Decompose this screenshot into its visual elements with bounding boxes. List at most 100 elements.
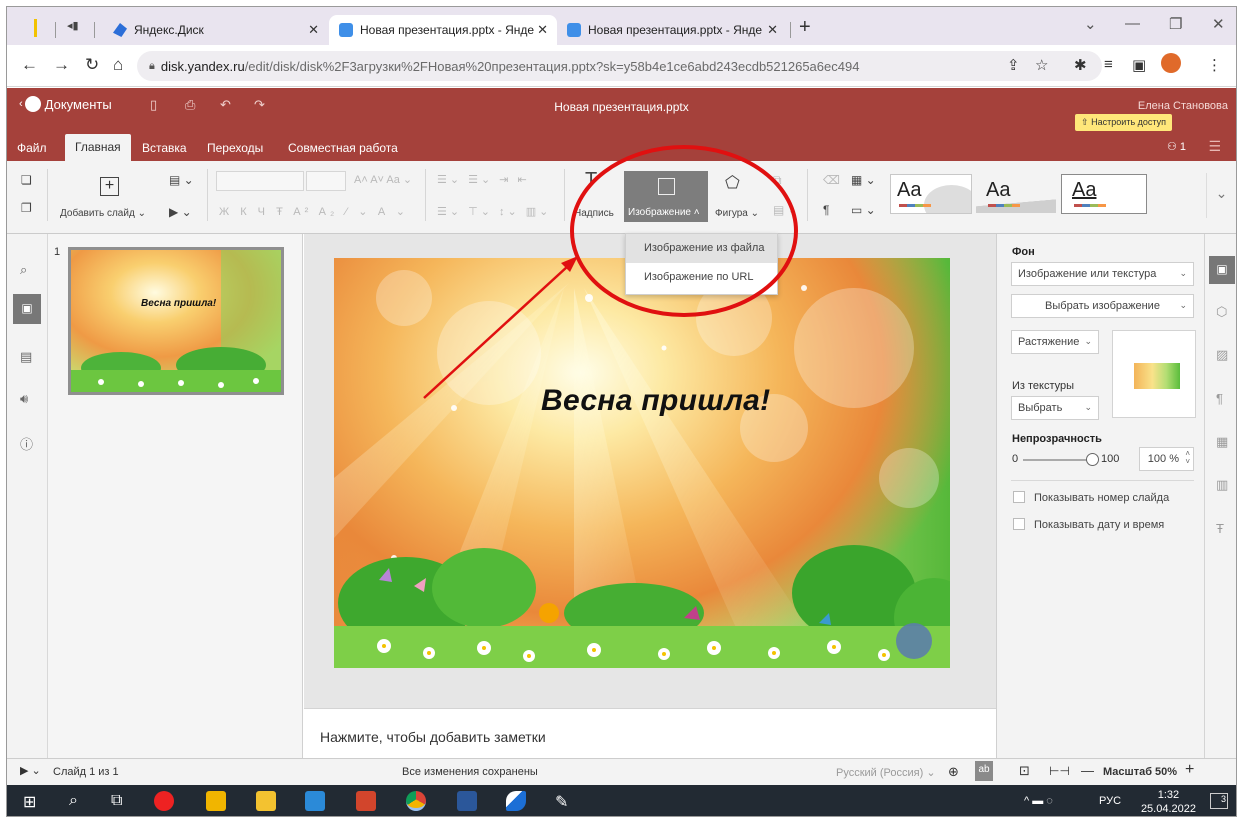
powerpoint-app-icon[interactable] [356, 791, 376, 811]
restore-icon[interactable]: ❐ [1169, 15, 1182, 33]
yandex-browser-app-icon[interactable] [154, 791, 174, 811]
pinned-tab-audio-icon[interactable]: ◂▮ [67, 19, 79, 32]
slide-title[interactable]: Весна пришла! [541, 384, 770, 418]
image-button[interactable]: Изображение ˄ [624, 171, 708, 222]
paste-icon[interactable]: ❐ [21, 201, 32, 215]
language-globe-icon[interactable]: ⊕ [948, 764, 959, 780]
close-icon[interactable]: ✕ [537, 22, 548, 38]
slides-panel-icon[interactable]: ▣ [13, 294, 41, 324]
fit-slide-icon[interactable]: ⊡ [1019, 763, 1030, 779]
slide-show-icon[interactable]: ▶ ⌄ [169, 205, 192, 219]
tray-icons[interactable]: ^ ▬ ◌ [1024, 795, 1053, 807]
speaker-notes[interactable]: Нажмите, чтобы добавить заметки [304, 708, 996, 758]
slideshow-start-icon[interactable]: ▶ ⌄ [20, 764, 41, 777]
show-date-time-checkbox[interactable] [1013, 518, 1025, 530]
close-icon[interactable]: ✕ [308, 22, 319, 38]
shape-settings-icon[interactable]: ⬡ [1216, 304, 1227, 320]
system-clock[interactable]: 1:32 25.04.2022 [1141, 788, 1196, 816]
browser-menu-icon[interactable]: ⋮ [1207, 56, 1222, 74]
slide-settings-icon[interactable]: ▣ [1209, 256, 1235, 284]
eraser-icon[interactable]: ⌫ [823, 173, 840, 187]
spinner-icon[interactable]: ˄ ˅ [1185, 450, 1190, 466]
theme-option-1[interactable]: Aa [890, 174, 972, 214]
word-app-icon[interactable] [457, 791, 477, 811]
opacity-input[interactable]: 100 % ˄ ˅ [1139, 447, 1194, 471]
comments-icon[interactable]: ▤ [20, 349, 32, 365]
search-icon[interactable]: ⌕ [20, 262, 27, 278]
opacity-slider-track[interactable] [1023, 459, 1091, 461]
lock-icon[interactable]: 🔒︎ [149, 60, 155, 73]
configure-access-button[interactable]: ⇧ Настроить доступ [1075, 114, 1172, 131]
list-format-icons[interactable]: ☰⌄ ☰⌄ ⇥ ⇤ [437, 173, 530, 186]
chrome-app-icon[interactable] [406, 791, 426, 811]
slide-layout-icon[interactable]: ▤ ⌄ [169, 173, 194, 187]
font-size-controls-icon[interactable]: A˄ A˅ Aa ⌄ [354, 173, 412, 186]
home-icon[interactable]: ⌂ [113, 55, 123, 75]
profile-avatar[interactable] [1161, 53, 1181, 73]
side-panel-icon[interactable]: ▣ [1132, 56, 1146, 74]
tab-collaboration[interactable]: Совместная работа [278, 138, 408, 161]
themes-more-icon[interactable]: ⌄ [1206, 173, 1236, 218]
windows-start-icon[interactable]: ⊞ [23, 792, 36, 812]
forward-icon[interactable]: → [53, 55, 70, 75]
chart-settings-icon[interactable]: ▥ [1216, 477, 1228, 493]
yandex-bar-icon[interactable] [34, 19, 37, 37]
tab-search-chevron-icon[interactable]: ⌄ [1084, 15, 1097, 33]
textbox-button[interactable]: Надпись [574, 208, 614, 219]
menu-item-image-from-url[interactable]: Изображение по URL [626, 263, 777, 292]
tab-presentation-active[interactable]: Новая презентация.pptx - Янде ✕ [329, 15, 557, 45]
arrange-icon[interactable]: ⧉ [773, 173, 782, 188]
paragraph-settings-icon[interactable]: ¶ [1216, 391, 1223, 406]
paragraph-mark-icon[interactable]: ¶ [823, 203, 829, 217]
tab-yandex-disk[interactable]: Яндекс.Диск ✕ [103, 15, 328, 45]
spellcheck-icon[interactable]: ab [975, 761, 993, 781]
store-app-icon[interactable] [206, 791, 226, 811]
color-scheme-icon[interactable]: ▦ ⌄ [851, 173, 876, 187]
textbox-icon[interactable]: T [585, 169, 597, 192]
menu-hamburger-icon[interactable]: ☰ [1208, 138, 1221, 155]
choose-image-button[interactable]: Выбрать изображение ⌄ [1011, 294, 1194, 318]
new-tab-button[interactable]: + [799, 16, 811, 39]
language-select[interactable]: Русский (Россия) ⌄ [836, 766, 936, 779]
slide-1[interactable]: Весна пришла! [334, 258, 950, 668]
tab-home[interactable]: Главная [65, 134, 131, 161]
co-editors-count[interactable]: ⚇ 1 [1167, 140, 1186, 153]
tab-file[interactable]: Файл [7, 138, 57, 161]
zoom-in-icon[interactable]: + [1185, 761, 1194, 779]
bookmark-star-icon[interactable]: ☆ [1035, 56, 1048, 74]
mail-app-icon[interactable] [305, 791, 325, 811]
windows-search-icon[interactable]: ⌕ [69, 792, 78, 810]
paint-app-icon[interactable]: ✎ [555, 792, 568, 812]
table-settings-icon[interactable]: ▦ [1216, 434, 1228, 450]
window-close-icon[interactable]: ✕ [1212, 15, 1225, 33]
add-slide-plus-icon[interactable]: + [100, 177, 119, 196]
slide-size-icon[interactable]: ▭ ⌄ [851, 203, 876, 217]
shape-button[interactable]: Фигура ⌄ [715, 208, 759, 219]
zoom-out-icon[interactable]: — [1081, 763, 1094, 778]
share-icon[interactable]: ⇪ [1007, 56, 1020, 74]
opacity-slider-handle[interactable] [1086, 453, 1099, 466]
extensions-puzzle-icon[interactable]: ✱ [1074, 56, 1087, 74]
file-explorer-app-icon[interactable] [256, 791, 276, 811]
info-icon[interactable]: ⓘ [20, 434, 33, 453]
texture-select[interactable]: Выбрать ⌄ [1011, 396, 1099, 420]
font-style-icons[interactable]: Ж К Ч Ŧ A² A₂ ⁄ ⌄ A ⌄ [219, 205, 409, 218]
paragraph-align-icons[interactable]: ☰⌄ ⊤⌄ ↕⌄ ▥⌄ [437, 205, 551, 218]
notifications-icon[interactable]: 3 [1210, 793, 1228, 809]
feedback-icon[interactable]: 🔊︎ [20, 391, 28, 407]
task-view-icon[interactable]: ⧉ [111, 792, 122, 810]
tab-presentation-2[interactable]: Новая презентация.pptx - Янде ✕ [557, 15, 787, 45]
fit-width-icon[interactable]: ⊢⊣ [1049, 764, 1070, 778]
tab-insert[interactable]: Вставка [132, 138, 197, 161]
address-bar[interactable]: 🔒︎ disk.yandex.ru/edit/disk/disk%2F3агру… [137, 51, 1102, 81]
stretch-select[interactable]: Растяжение ⌄ [1011, 330, 1099, 354]
shape-icon[interactable]: ⬠ [725, 173, 740, 193]
align-icon[interactable]: ▤ ⌄ [773, 203, 798, 217]
font-size-select[interactable] [306, 171, 346, 191]
slide-thumbnail-1[interactable]: Весна пришла! [68, 247, 284, 395]
image-settings-icon[interactable]: ▨ [1216, 347, 1228, 363]
theme-option-2[interactable]: Aa [975, 174, 1057, 214]
show-slide-number-checkbox[interactable] [1013, 491, 1025, 503]
menu-item-image-from-file[interactable]: Изображение из файла [626, 234, 777, 263]
font-name-select[interactable] [216, 171, 304, 191]
